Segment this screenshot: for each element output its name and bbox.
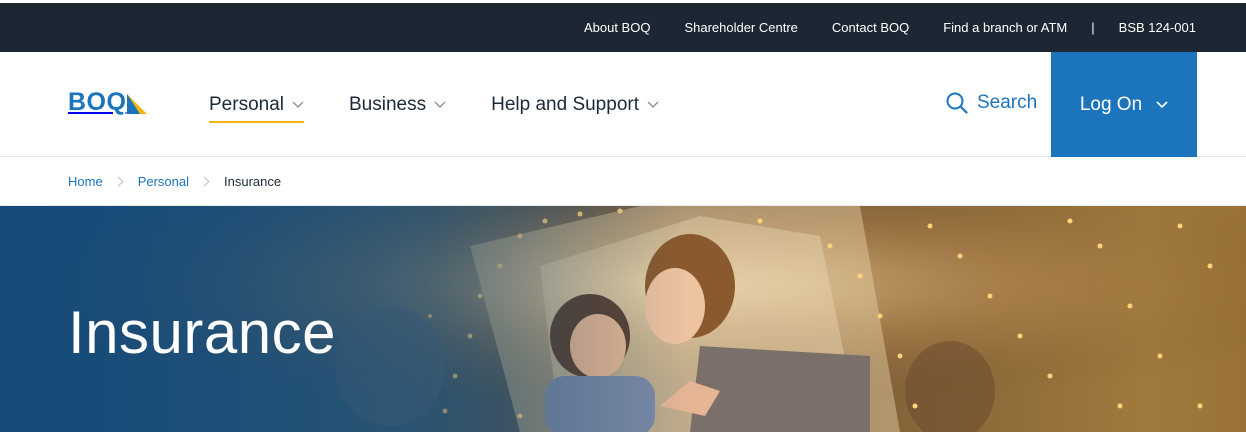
utility-links: About BOQ Shareholder Centre Contact BOQ… (550, 3, 1196, 52)
page-title: Insurance (68, 299, 336, 366)
chevron-right-icon (117, 176, 124, 186)
breadcrumb-home[interactable]: Home (68, 174, 103, 189)
chevron-down-icon (292, 101, 304, 108)
utility-separator: | (1091, 20, 1095, 35)
utility-bar: About BOQ Shareholder Centre Contact BOQ… (0, 0, 1246, 52)
breadcrumb: Home Personal Insurance (0, 157, 1246, 206)
main-header: BOQ Personal Business Help and Support S… (0, 52, 1246, 157)
breadcrumb-personal[interactable]: Personal (138, 174, 189, 189)
search-icon (946, 92, 968, 114)
breadcrumb-current: Insurance (224, 173, 282, 189)
chevron-down-icon (647, 101, 659, 108)
nav-item-help-and-support[interactable]: Help and Support (491, 52, 659, 157)
logo-triangle-icon (127, 94, 148, 114)
chevron-right-icon (203, 176, 210, 186)
about-boq-link[interactable]: About BOQ (584, 20, 650, 35)
primary-nav: Personal Business Help and Support (209, 52, 704, 157)
chevron-down-icon (434, 101, 446, 108)
nav-label: Help and Support (491, 93, 639, 115)
nav-item-business[interactable]: Business (349, 52, 446, 157)
log-on-button[interactable]: Log On (1051, 52, 1197, 157)
nav-item-personal[interactable]: Personal (209, 52, 304, 157)
search-button[interactable]: Search (946, 92, 1037, 114)
logo-text: BOQ (68, 88, 127, 116)
chevron-down-icon (1156, 100, 1168, 108)
shareholder-centre-link[interactable]: Shareholder Centre (684, 20, 797, 35)
hero-banner: Insurance (0, 206, 1246, 432)
search-label: Search (977, 92, 1038, 113)
log-on-label: Log On (1079, 93, 1143, 115)
bsb-number: BSB 124-001 (1118, 20, 1196, 35)
find-branch-atm-link[interactable]: Find a branch or ATM (943, 20, 1067, 35)
nav-label: Personal (209, 93, 284, 115)
nav-label: Business (349, 93, 427, 115)
contact-boq-link[interactable]: Contact BOQ (832, 20, 909, 35)
boq-logo[interactable]: BOQ (68, 88, 148, 117)
